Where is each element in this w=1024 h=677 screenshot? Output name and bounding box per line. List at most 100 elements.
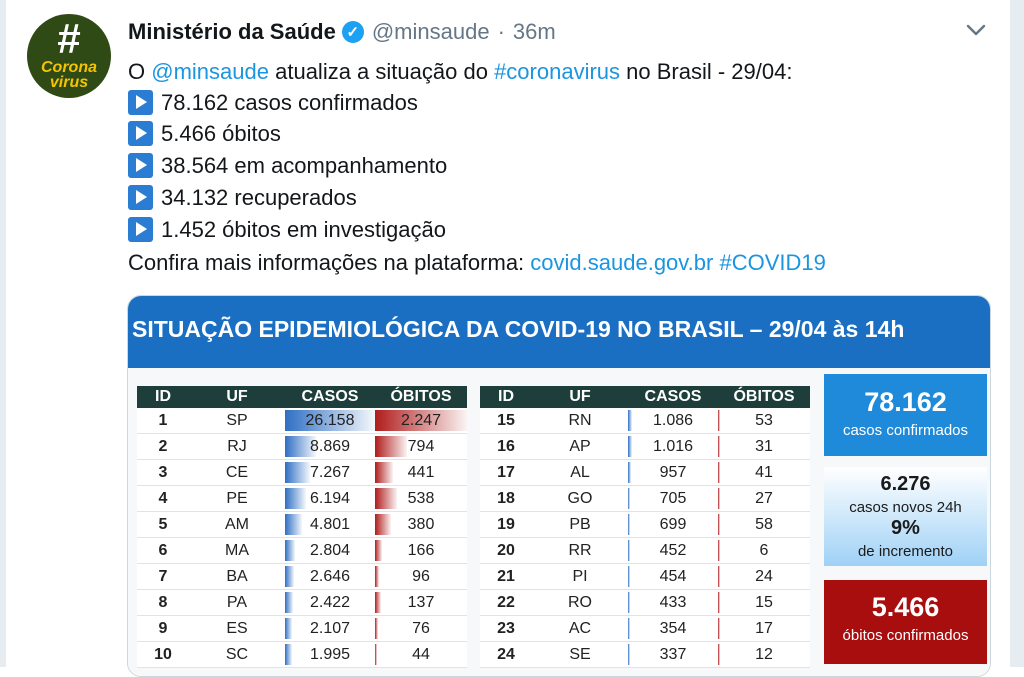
hashtag-link[interactable]: #coronavirus [494,59,620,84]
obitos-value: 15 [755,593,773,611]
row-uf: SC [189,641,285,668]
table-row: 9 ES 2.107 76 [137,615,467,642]
obitos-value: 538 [407,489,435,507]
obitos-value: 6 [759,541,769,559]
new-cases-label: casos novos 24h [849,499,962,516]
row-uf: AM [189,511,285,538]
casos-value: 1.016 [652,437,694,455]
verified-badge-icon: ✓ [341,21,364,43]
infographic-title: SITUAÇÃO EPIDEMIOLÓGICA DA COVID-19 NO B… [132,316,905,342]
row-casos: 452 [628,537,718,564]
row-id: 24 [480,641,532,668]
casos-bar [285,462,311,483]
row-id: 17 [480,459,532,486]
row-id: 8 [137,589,189,616]
row-id: 23 [480,615,532,642]
table-row: 23 AC 354 17 [480,615,810,642]
table-row: 6 MA 2.804 166 [137,537,467,564]
obitos-bar [375,592,381,613]
casos-value: 1.086 [652,411,694,429]
casos-bar [628,592,630,613]
row-obitos: 15 [718,589,810,616]
avatar[interactable]: # Corona virus [27,14,111,98]
increment-label: de incremento [857,543,954,560]
row-obitos: 2.247 [375,408,467,434]
obitos-value: 17 [755,619,773,637]
row-uf: BA [189,563,285,590]
casos-value: 354 [659,619,687,637]
row-id: 5 [137,511,189,538]
obitos-bar [375,436,408,457]
confirmed-cases-value: 78.162 [864,387,947,417]
row-casos: 957 [628,459,718,486]
bullet-text: 38.564 em acompanhamento [161,153,448,178]
row-casos: 1.086 [628,408,718,434]
column-header: ÓBITOS [375,386,467,408]
mention-link[interactable]: @minsaude [151,59,269,84]
table-row: 8 PA 2.422 137 [137,589,467,616]
row-casos: 354 [628,615,718,642]
row-uf: RR [532,537,628,564]
casos-value: 433 [659,593,687,611]
table-row: 22 RO 433 15 [480,589,810,616]
obitos-value: 380 [407,515,435,533]
row-uf: GO [532,485,628,512]
row-casos: 1.016 [628,433,718,460]
obitos-bar [718,644,721,665]
table-header-row: ID UF CASOS ÓBITOS [480,386,810,408]
chevron-down-icon[interactable] [962,16,990,44]
confirmed-cases-box: 78.162 casos confirmados [824,374,987,456]
obitos-value: 24 [755,567,773,585]
timeline-right-border [1010,0,1024,667]
casos-value: 2.646 [309,567,351,585]
timeline-left-border [0,0,6,667]
row-casos: 2.107 [285,615,375,642]
tweet-text-line: Confira mais informações na plataforma: … [128,248,826,278]
obitos-bar [375,644,378,665]
platform-link[interactable]: covid.saude.gov.br [530,250,713,275]
casos-bar [285,644,292,665]
obitos-bar [718,514,721,535]
row-id: 9 [137,615,189,642]
play-button-icon [128,217,153,242]
row-uf: RN [532,408,628,434]
casos-value: 4.801 [309,515,351,533]
casos-bar [285,566,295,587]
obitos-bar [375,540,382,561]
casos-value: 26.158 [305,411,355,429]
table-row: 16 AP 1.016 31 [480,433,810,460]
row-uf: ES [189,615,285,642]
avatar-hash: # [57,15,81,62]
bullet-text: 34.132 recuperados [161,185,357,210]
table-row: 3 CE 7.267 441 [137,459,467,486]
row-id: 3 [137,459,189,486]
play-button-icon [128,185,153,210]
row-obitos: 137 [375,589,467,616]
play-button-icon [128,121,153,146]
row-casos: 2.804 [285,537,375,564]
author-handle[interactable]: @minsaude [372,19,490,45]
table-body: 1 SP 26.158 2.247 2 RJ 8.869 794 3 CE 7.267 441 4 PE 6… [137,408,467,668]
table-header-row: ID UF CASOS ÓBITOS [137,386,467,408]
table-row: 15 RN 1.086 53 [480,408,810,434]
table-row: 19 PB 699 58 [480,511,810,538]
tweet-timestamp[interactable]: 36m [513,19,556,45]
row-uf: RO [532,589,628,616]
row-casos: 4.801 [285,511,375,538]
row-obitos: 380 [375,511,467,538]
author-name[interactable]: Ministério da Saúde [128,19,336,45]
row-obitos: 96 [375,563,467,590]
tweet-media-card[interactable]: SITUAÇÃO EPIDEMIOLÓGICA DA COVID-19 NO B… [127,295,991,677]
obitos-bar [718,592,721,613]
casos-value: 2.804 [309,541,351,559]
hashtag-link[interactable]: #COVID19 [719,250,825,275]
row-id: 16 [480,433,532,460]
column-header: ID [137,386,189,408]
row-casos: 2.422 [285,589,375,616]
row-uf: AC [532,615,628,642]
row-id: 2 [137,433,189,460]
row-uf: AP [532,433,628,460]
column-header: UF [189,386,285,408]
obitos-value: 441 [407,463,435,481]
states-table-left: ID UF CASOS ÓBITOS 1 SP 26.158 2.247 2 RJ 8.86… [137,386,467,668]
